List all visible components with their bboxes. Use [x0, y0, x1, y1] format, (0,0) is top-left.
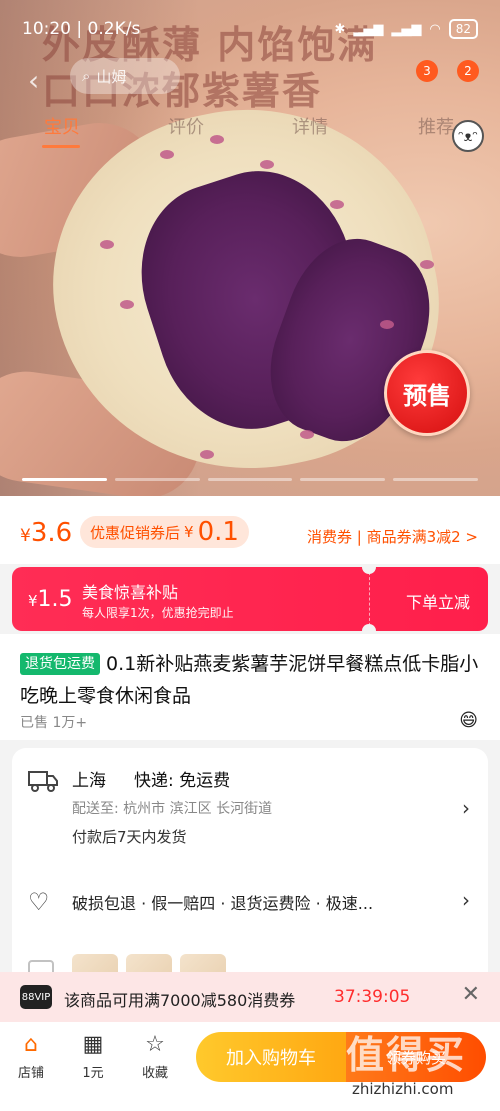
signal-icon: ▂▄▆ [353, 21, 384, 37]
product-title-block: 退货包运费 0.1新补贴燕麦紫薯芋泥饼早餐糕点低卡脂小吃晚上零食休闲食品 已售 1… [0, 634, 500, 740]
store-icon: ⌂ [24, 1032, 38, 1057]
close-icon[interactable]: ✕ [462, 982, 480, 1007]
price-row: ¥3.6 优惠促销券后 ¥0.1 消费券 | 商品券满3减2 > [0, 496, 500, 564]
ticket-divider [369, 567, 370, 631]
vip-coupon-text: 该商品可用满7000减580消费券 [64, 991, 296, 1010]
search-text: 山姆 [96, 67, 127, 86]
subsidy-subtitle: 每人限享1次，优惠抢完即止 [82, 606, 234, 620]
presale-badge: 预售 [384, 350, 470, 436]
petal [160, 150, 174, 159]
status-time: 10:20 | 0.2K/s [22, 19, 141, 39]
petal [200, 450, 214, 459]
chevron-right-icon[interactable]: › [462, 888, 470, 912]
product-title: 退货包运费 0.1新补贴燕麦紫薯芋泥饼早餐糕点低卡脂小吃晚上零食休闲食品 [20, 653, 479, 707]
section-tabs: 宝贝 评价 详情 推荐 [0, 113, 500, 147]
tab-reviews[interactable]: 评价 [168, 113, 204, 139]
deliver-to-address[interactable]: 配送至: 杭州市 滨江区 长河街道 [72, 798, 272, 818]
carousel-dot [300, 478, 386, 481]
favorite-button[interactable]: ☆ 收藏 [130, 1032, 180, 1081]
assistant-face-icon[interactable]: ᵔᴥᵔ [452, 120, 484, 152]
subsidy-banner[interactable]: ¥1.5 美食惊喜补贴 每人限享1次，优惠抢完即止 下单立减 [12, 567, 488, 631]
heart-icon: ♡ [28, 888, 50, 916]
store-label: 店铺 [17, 1066, 44, 1081]
subsidy-action-button[interactable]: 下单立减 [406, 589, 470, 613]
store-button[interactable]: ⌂ 店铺 [6, 1032, 56, 1081]
favorite-label: 收藏 [141, 1066, 168, 1081]
subsidy-title: 美食惊喜补贴 [82, 583, 179, 602]
search-bar[interactable]: ⌕ 山姆 [70, 58, 180, 94]
free-return-tag: 退货包运费 [20, 653, 100, 675]
cart-count-badge[interactable]: 3 [416, 60, 438, 82]
star-icon: ☆ [145, 1032, 165, 1057]
tab-details[interactable]: 详情 [292, 113, 328, 139]
active-tab-underline [42, 145, 80, 148]
carousel-indicator [22, 478, 478, 482]
coupon-link[interactable]: 消费券 | 商品券满3减2 > [307, 526, 478, 547]
back-arrow-icon[interactable]: ‹ [28, 64, 39, 97]
petal [330, 200, 344, 209]
petal [260, 160, 274, 169]
tab-item[interactable]: 宝贝 [44, 113, 80, 139]
subsidy-amount: ¥1.5 [28, 587, 73, 612]
tab-recommend[interactable]: 推荐 [418, 113, 454, 139]
search-icon: ⌕ [82, 67, 91, 85]
petal [380, 320, 394, 329]
shipping-fee: 快递: 免运费 [134, 771, 231, 791]
sold-count: 已售 1万+ [20, 715, 88, 731]
truck-icon [28, 771, 58, 792]
petal [120, 300, 134, 309]
dispatch-time: 付款后7天内发货 [72, 828, 187, 846]
status-icons: ✱ ▂▄▆ ▂▄▆ ◠ 82 [334, 19, 478, 39]
ticket-notch [362, 567, 376, 574]
current-price: ¥3.6 [20, 518, 73, 548]
message-count-badge[interactable]: 2 [457, 60, 479, 82]
carousel-dot [393, 478, 478, 481]
share-emoji-icon[interactable]: 😄 [459, 710, 478, 731]
grid-icon: ▦ [82, 1032, 104, 1057]
chevron-right-icon[interactable]: › [462, 796, 470, 820]
ticket-notch [362, 624, 376, 631]
carousel-dot [22, 478, 107, 481]
one-yuan-button[interactable]: ▦ 1元 [68, 1032, 118, 1081]
petal [300, 430, 314, 439]
vip-countdown: 37:39:05 [334, 987, 411, 1007]
wifi-icon: ◠ [429, 21, 441, 37]
signal-icon: ▂▄▆ [391, 21, 422, 37]
status-bar: 10:20 | 0.2K/s ✱ ▂▄▆ ▂▄▆ ◠ 82 [0, 0, 500, 60]
add-to-cart-button[interactable]: 加入购物车 [196, 1032, 346, 1082]
ship-from-city: 上海 [72, 771, 106, 791]
watermark-url: zhizhizhi.com [352, 1080, 454, 1098]
carousel-dot [207, 478, 293, 481]
carousel-dot [114, 478, 200, 481]
petal [420, 260, 434, 269]
vip-logo: 88VIP [20, 985, 52, 1009]
vip-coupon-strip[interactable]: 88VIP 该商品可用满7000减580消费券 37:39:05 ✕ [0, 972, 500, 1022]
service-promises[interactable]: 破损包退 · 假一赔四 · 退货运费险 · 极速... [72, 890, 442, 914]
bluetooth-icon: ✱ [334, 21, 346, 37]
watermark-logo: 值得买 [346, 1033, 467, 1077]
one-yuan-label: 1元 [82, 1066, 104, 1081]
battery-icon: 82 [448, 19, 478, 39]
after-coupon-price: 优惠促销券后 ¥0.1 [80, 516, 249, 548]
petal [100, 240, 114, 249]
